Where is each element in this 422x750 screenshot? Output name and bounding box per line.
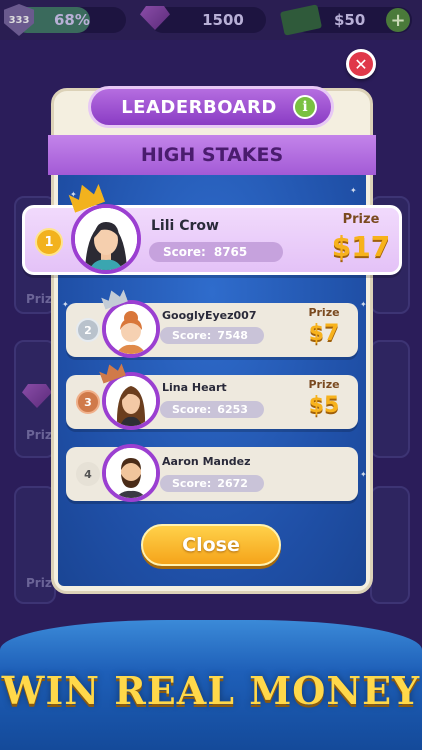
- avatar-aaron-mandez: [106, 448, 156, 498]
- close-button[interactable]: Close: [141, 524, 281, 566]
- close-icon[interactable]: ✕: [346, 49, 376, 79]
- score-label: Score:: [163, 245, 206, 259]
- bg-card: [370, 340, 410, 458]
- prize-value: $17: [331, 230, 391, 263]
- add-cash-plus-icon[interactable]: +: [386, 8, 410, 32]
- score-pill: Score: 8765: [149, 242, 283, 262]
- avatar: [106, 376, 156, 426]
- score-pill: Score: 7548: [160, 327, 264, 344]
- score-label: Score:: [172, 477, 212, 490]
- score-label: Score:: [172, 329, 212, 342]
- player-name: Aaron Mandez: [162, 455, 251, 468]
- bg-prize-label: Priz: [26, 428, 52, 442]
- score-pill: Score: 6253: [160, 401, 264, 418]
- title-ribbon: LEADERBOARD i: [88, 86, 334, 128]
- rank-badge: 4: [76, 462, 100, 486]
- gems-value: 1500: [202, 11, 244, 29]
- avatar: [106, 448, 156, 498]
- score-pill: Score: 2672: [160, 475, 264, 492]
- rank-number: 2: [84, 323, 92, 337]
- rank-number: 4: [84, 467, 92, 481]
- rank-badge-gold: 1: [35, 228, 63, 256]
- player-name: Lina Heart: [162, 381, 227, 394]
- bg-card: [370, 486, 410, 604]
- modal-title: LEADERBOARD: [121, 96, 277, 118]
- score-value: 7548: [217, 329, 248, 342]
- avatar-googlyeyez007: [106, 304, 156, 354]
- bg-prize-label: Priz: [26, 292, 52, 306]
- rank-badge-bronze: 3: [76, 390, 100, 414]
- rank-number: 1: [44, 234, 54, 250]
- top-bar: 68% 333 1500 $50 +: [0, 0, 422, 40]
- avatar: [106, 304, 156, 354]
- prize-label: Prize: [308, 378, 340, 391]
- rank-badge-silver: 2: [76, 318, 100, 342]
- score-label: Score:: [172, 403, 212, 416]
- level-number: 333: [8, 14, 30, 26]
- player-name: Lili Crow: [151, 218, 219, 234]
- score-value: 6253: [217, 403, 248, 416]
- info-icon[interactable]: i: [293, 95, 317, 119]
- xp-percent: 68%: [54, 11, 90, 29]
- prize-label: Prize: [342, 212, 380, 227]
- avatar-lili-crow: [75, 208, 137, 270]
- score-value: 8765: [213, 245, 248, 259]
- player-name: GooglyEyez007: [162, 309, 257, 322]
- close-button-label: Close: [182, 534, 240, 556]
- sparkle-decoration: ✦: [360, 300, 367, 309]
- prize-label: Prize: [308, 306, 340, 319]
- prize-value: $7: [308, 321, 340, 346]
- rank-number: 3: [84, 395, 92, 409]
- subtitle-bar: HIGH STAKES: [48, 135, 376, 175]
- sparkle-decoration: ✦: [360, 470, 367, 479]
- avatar-lina-heart: [106, 376, 156, 426]
- cash-value: $50: [334, 11, 366, 29]
- avatar: [75, 208, 137, 270]
- bg-prize-label: Priz: [26, 576, 52, 590]
- sparkle-decoration: ✦: [350, 186, 357, 195]
- prize-value: $5: [308, 393, 340, 418]
- modal-subtitle: HIGH STAKES: [140, 144, 284, 166]
- score-value: 2672: [217, 477, 248, 490]
- promo-banner-text: WIN REAL MONEY: [1, 668, 421, 713]
